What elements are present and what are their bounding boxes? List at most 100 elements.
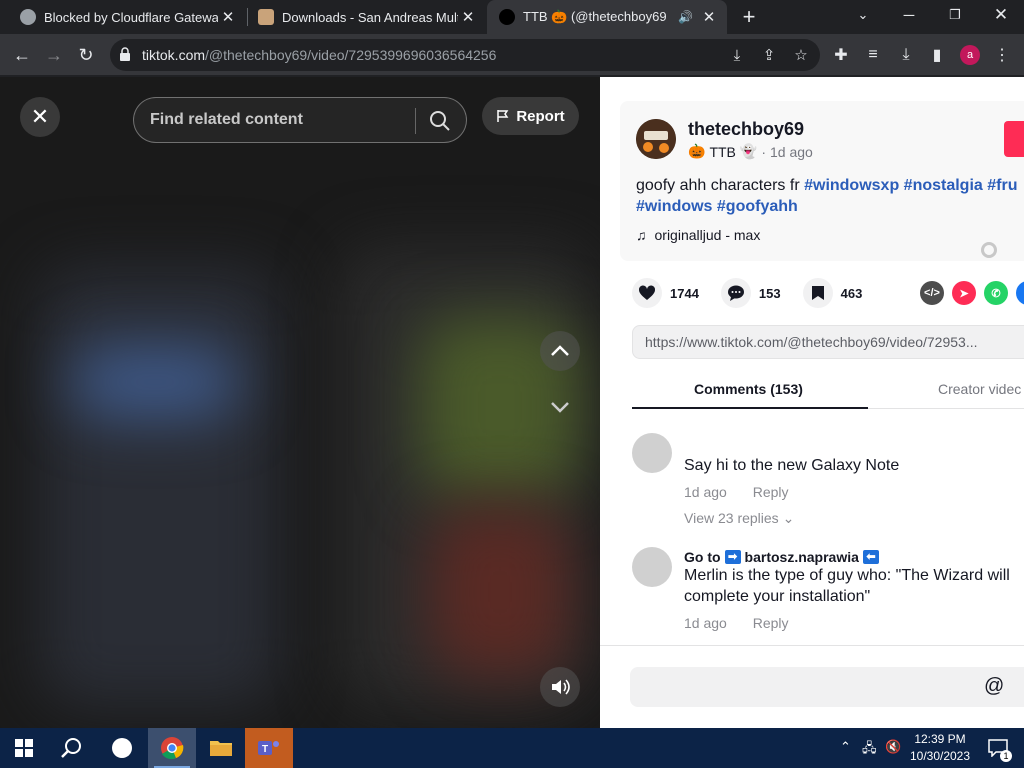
teams-button[interactable]: T: [245, 728, 293, 768]
next-video-button[interactable]: [540, 387, 580, 427]
search-divider: [415, 108, 416, 134]
facebook-icon[interactable]: f: [1016, 281, 1024, 305]
copy-link-field[interactable]: https://www.tiktok.com/@thetechboy69/vid…: [632, 325, 1024, 359]
close-tab-icon[interactable]: ✕: [699, 8, 719, 26]
address-bar[interactable]: tiktok.com/@thetechboy69/video/729539969…: [110, 39, 820, 71]
folder-icon: [210, 741, 232, 756]
hashtag-links[interactable]: #windowsxp #nostalgia #fru: [804, 177, 1017, 194]
commenter-avatar[interactable]: [632, 433, 672, 473]
heart-icon: [632, 278, 662, 308]
tab-creator-videos[interactable]: Creator videc: [938, 381, 1021, 397]
tab-downloads[interactable]: Downloads - San Andreas Multip ✕: [238, 0, 486, 34]
close-tab-icon[interactable]: ✕: [218, 8, 238, 26]
comment-text: complete your installation": [684, 588, 871, 605]
menu-icon[interactable]: ⋮: [991, 44, 1013, 66]
mention-icon[interactable]: @: [984, 675, 1004, 698]
cortana-app-icon[interactable]: [98, 728, 146, 768]
reload-button[interactable]: ↻: [72, 41, 100, 69]
comment-button[interactable]: 153: [720, 278, 781, 308]
ttb-logo-icon: [636, 119, 676, 159]
chevron-up-icon: [551, 345, 569, 356]
show-hidden-icons[interactable]: ⌃: [840, 739, 851, 755]
send-to-friends-icon[interactable]: ➤: [952, 281, 976, 305]
comment-input[interactable]: [630, 667, 1024, 707]
minimize-button[interactable]: ─: [886, 0, 932, 30]
follow-button[interactable]: [1004, 121, 1024, 157]
author-username[interactable]: thetechboy69: [688, 119, 804, 140]
chrome-taskbar-button[interactable]: [148, 728, 196, 768]
music-link[interactable]: ♫ originalljud - max: [636, 227, 760, 243]
search-icon[interactable]: [429, 110, 451, 132]
video-player[interactable]: ✕ Find related content Report: [0, 77, 600, 728]
chevron-down-icon: [551, 402, 569, 413]
save-count: 463: [840, 285, 863, 301]
hashtag-links[interactable]: #windows #goofyahh: [636, 198, 798, 215]
share-icon[interactable]: ⇪: [760, 46, 778, 64]
previous-video-button[interactable]: [540, 331, 580, 371]
pumpkin-icon: 🎃: [688, 143, 706, 159]
like-button[interactable]: 1744: [632, 278, 699, 308]
commenter-avatar[interactable]: [632, 547, 672, 587]
reply-button[interactable]: Reply: [753, 484, 789, 500]
volume-muted-icon[interactable]: 🔇: [885, 739, 901, 755]
save-button[interactable]: 463: [802, 278, 863, 308]
close-window-button[interactable]: ✕: [978, 0, 1024, 30]
action-center-button[interactable]: 1: [976, 728, 1020, 768]
volume-button[interactable]: [540, 667, 580, 707]
back-button[interactable]: ←: [8, 41, 36, 69]
ghost-icon: 👻: [739, 143, 758, 159]
side-panel-icon[interactable]: ▮: [926, 44, 948, 66]
file-explorer-button[interactable]: [197, 728, 245, 768]
network-icon[interactable]: 🖧: [862, 739, 877, 761]
teams-icon: T: [258, 741, 279, 755]
search-taskbar-button[interactable]: [48, 728, 96, 768]
reply-button[interactable]: Reply: [753, 615, 789, 631]
tab-title: TTB 🎃 (@thetechboy69: [523, 9, 667, 24]
forward-button[interactable]: →: [40, 41, 68, 69]
author-avatar[interactable]: [636, 119, 676, 159]
tab-search-icon[interactable]: ⌄: [840, 0, 886, 30]
media-control-icon[interactable]: ≡: [862, 44, 884, 66]
loading-spinner-icon: [981, 242, 997, 258]
post-description: goofy ahh characters fr #windowsxp #nost…: [636, 175, 1024, 217]
clock-time: 12:39 PM: [914, 732, 966, 746]
start-button[interactable]: [0, 728, 48, 768]
view-replies-button[interactable]: View 23 replies ⌄: [684, 510, 1024, 527]
comment-time: 1d ago: [684, 484, 727, 500]
search-placeholder: Find related content: [150, 111, 303, 128]
arrow-right-icon: ➡: [724, 550, 741, 564]
arrow-left-icon: ⬅: [862, 550, 879, 564]
embed-icon[interactable]: </>: [920, 281, 944, 305]
tab-cloudflare[interactable]: Blocked by Cloudflare Gateway ✕: [0, 0, 246, 34]
tab-tiktok[interactable]: TTB 🎃 (@thetechboy69 🔊 ✕: [487, 0, 727, 34]
video-link-text: https://www.tiktok.com/@thetechboy69/vid…: [645, 334, 978, 350]
extensions-icon[interactable]: ✚: [830, 44, 852, 66]
download-icon[interactable]: ⤓: [895, 44, 917, 66]
chrome-icon: [161, 737, 184, 760]
install-app-icon[interactable]: ⤓: [728, 46, 746, 64]
restore-button[interactable]: ❐: [932, 0, 978, 30]
profile-avatar[interactable]: a: [960, 45, 980, 65]
report-button[interactable]: Report: [482, 97, 579, 135]
svg-text:T: T: [262, 744, 268, 755]
find-related-search[interactable]: Find related content: [133, 97, 467, 143]
tab-title: Downloads - San Andreas Multip: [282, 9, 458, 25]
report-label: Report: [516, 107, 565, 125]
whatsapp-icon[interactable]: ✆: [984, 281, 1008, 305]
commenter-username[interactable]: Go to ➡ bartosz.naprawia ⬅: [684, 549, 1024, 565]
new-tab-button[interactable]: +: [737, 4, 761, 30]
audio-playing-icon[interactable]: 🔊: [678, 10, 693, 24]
tab-comments[interactable]: Comments (153): [694, 381, 803, 397]
engagement-stats: 1744 153 463: [632, 278, 884, 308]
username-text: bartosz.naprawia: [744, 549, 859, 565]
comment-meta: 1d ago Reply: [684, 615, 1024, 631]
description-text: goofy ahh characters fr: [636, 177, 805, 194]
system-clock[interactable]: 12:39 PM 10/30/2023: [906, 731, 974, 765]
like-count: 1744: [670, 285, 699, 301]
active-tab-underline: [632, 407, 868, 409]
close-tab-icon[interactable]: ✕: [458, 8, 478, 26]
close-video-button[interactable]: ✕: [20, 97, 60, 137]
windows-taskbar: T ⌃ 🖧 🔇 12:39 PM 10/30/2023 1: [0, 728, 1024, 768]
bookmark-icon: [802, 278, 833, 308]
bookmark-star-icon[interactable]: ☆: [792, 46, 810, 64]
